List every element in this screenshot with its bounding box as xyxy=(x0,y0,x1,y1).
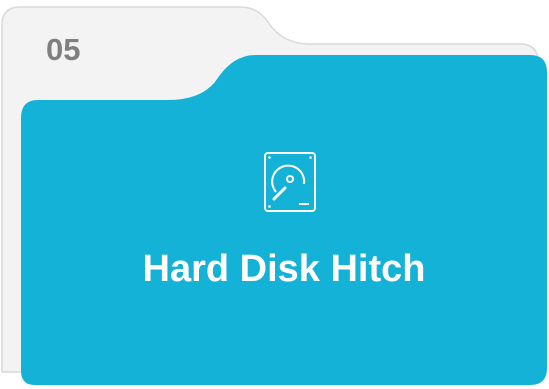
card-title: Hard Disk Hitch xyxy=(142,248,426,290)
hard-disk-icon xyxy=(264,152,316,212)
folder-front xyxy=(21,55,547,385)
card-number: 05 xyxy=(46,32,81,67)
folder-card: 05 Hard Disk Hitch xyxy=(0,0,549,389)
